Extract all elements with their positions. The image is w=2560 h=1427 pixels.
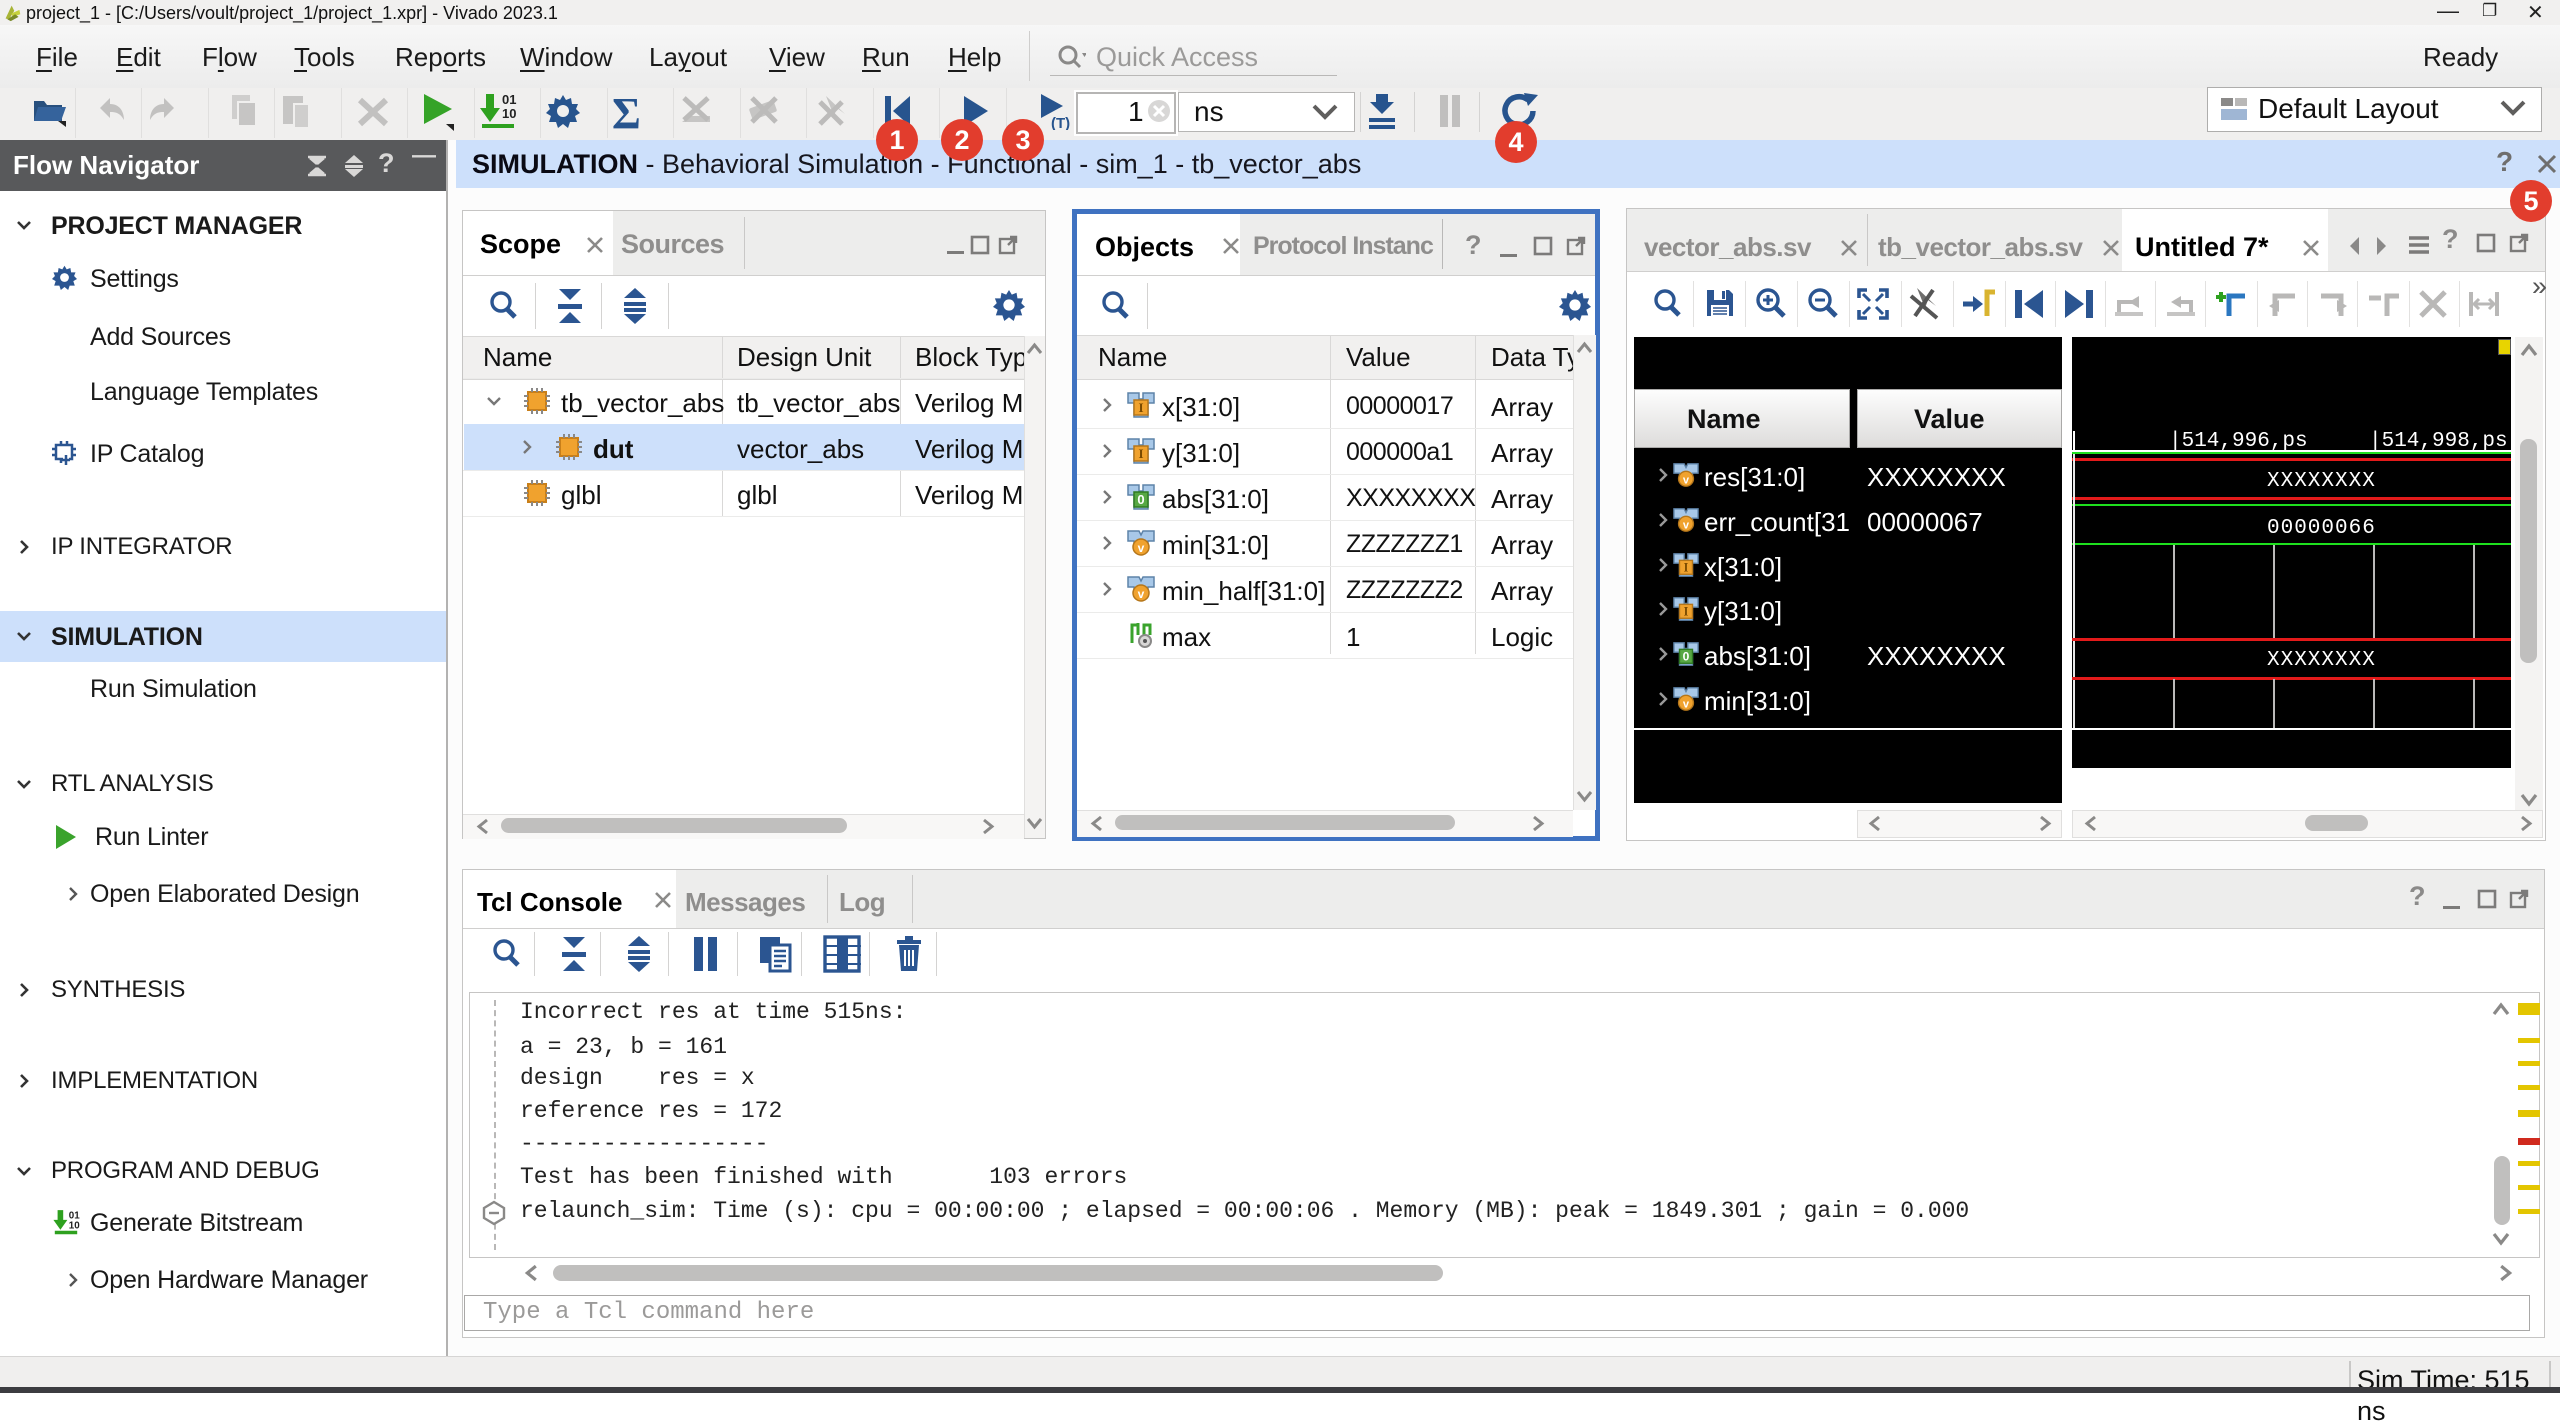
- svg-text:01: 01: [502, 92, 516, 107]
- svg-text:v: v: [1683, 474, 1690, 486]
- svg-text:I: I: [1138, 446, 1143, 461]
- svg-text:0: 0: [1137, 492, 1144, 507]
- svg-text:v: v: [1138, 541, 1145, 555]
- svg-text:I: I: [1684, 605, 1689, 619]
- svg-text:v: v: [1683, 698, 1690, 710]
- svg-text:10: 10: [502, 106, 516, 121]
- svg-text:0: 0: [1683, 650, 1690, 664]
- svg-text:I: I: [1684, 561, 1689, 575]
- svg-text:v: v: [1683, 519, 1690, 531]
- svg-text:I: I: [1138, 400, 1143, 415]
- svg-text:(T): (T): [1051, 115, 1070, 130]
- svg-text:v: v: [1138, 587, 1145, 601]
- svg-text:10: 10: [69, 1220, 80, 1231]
